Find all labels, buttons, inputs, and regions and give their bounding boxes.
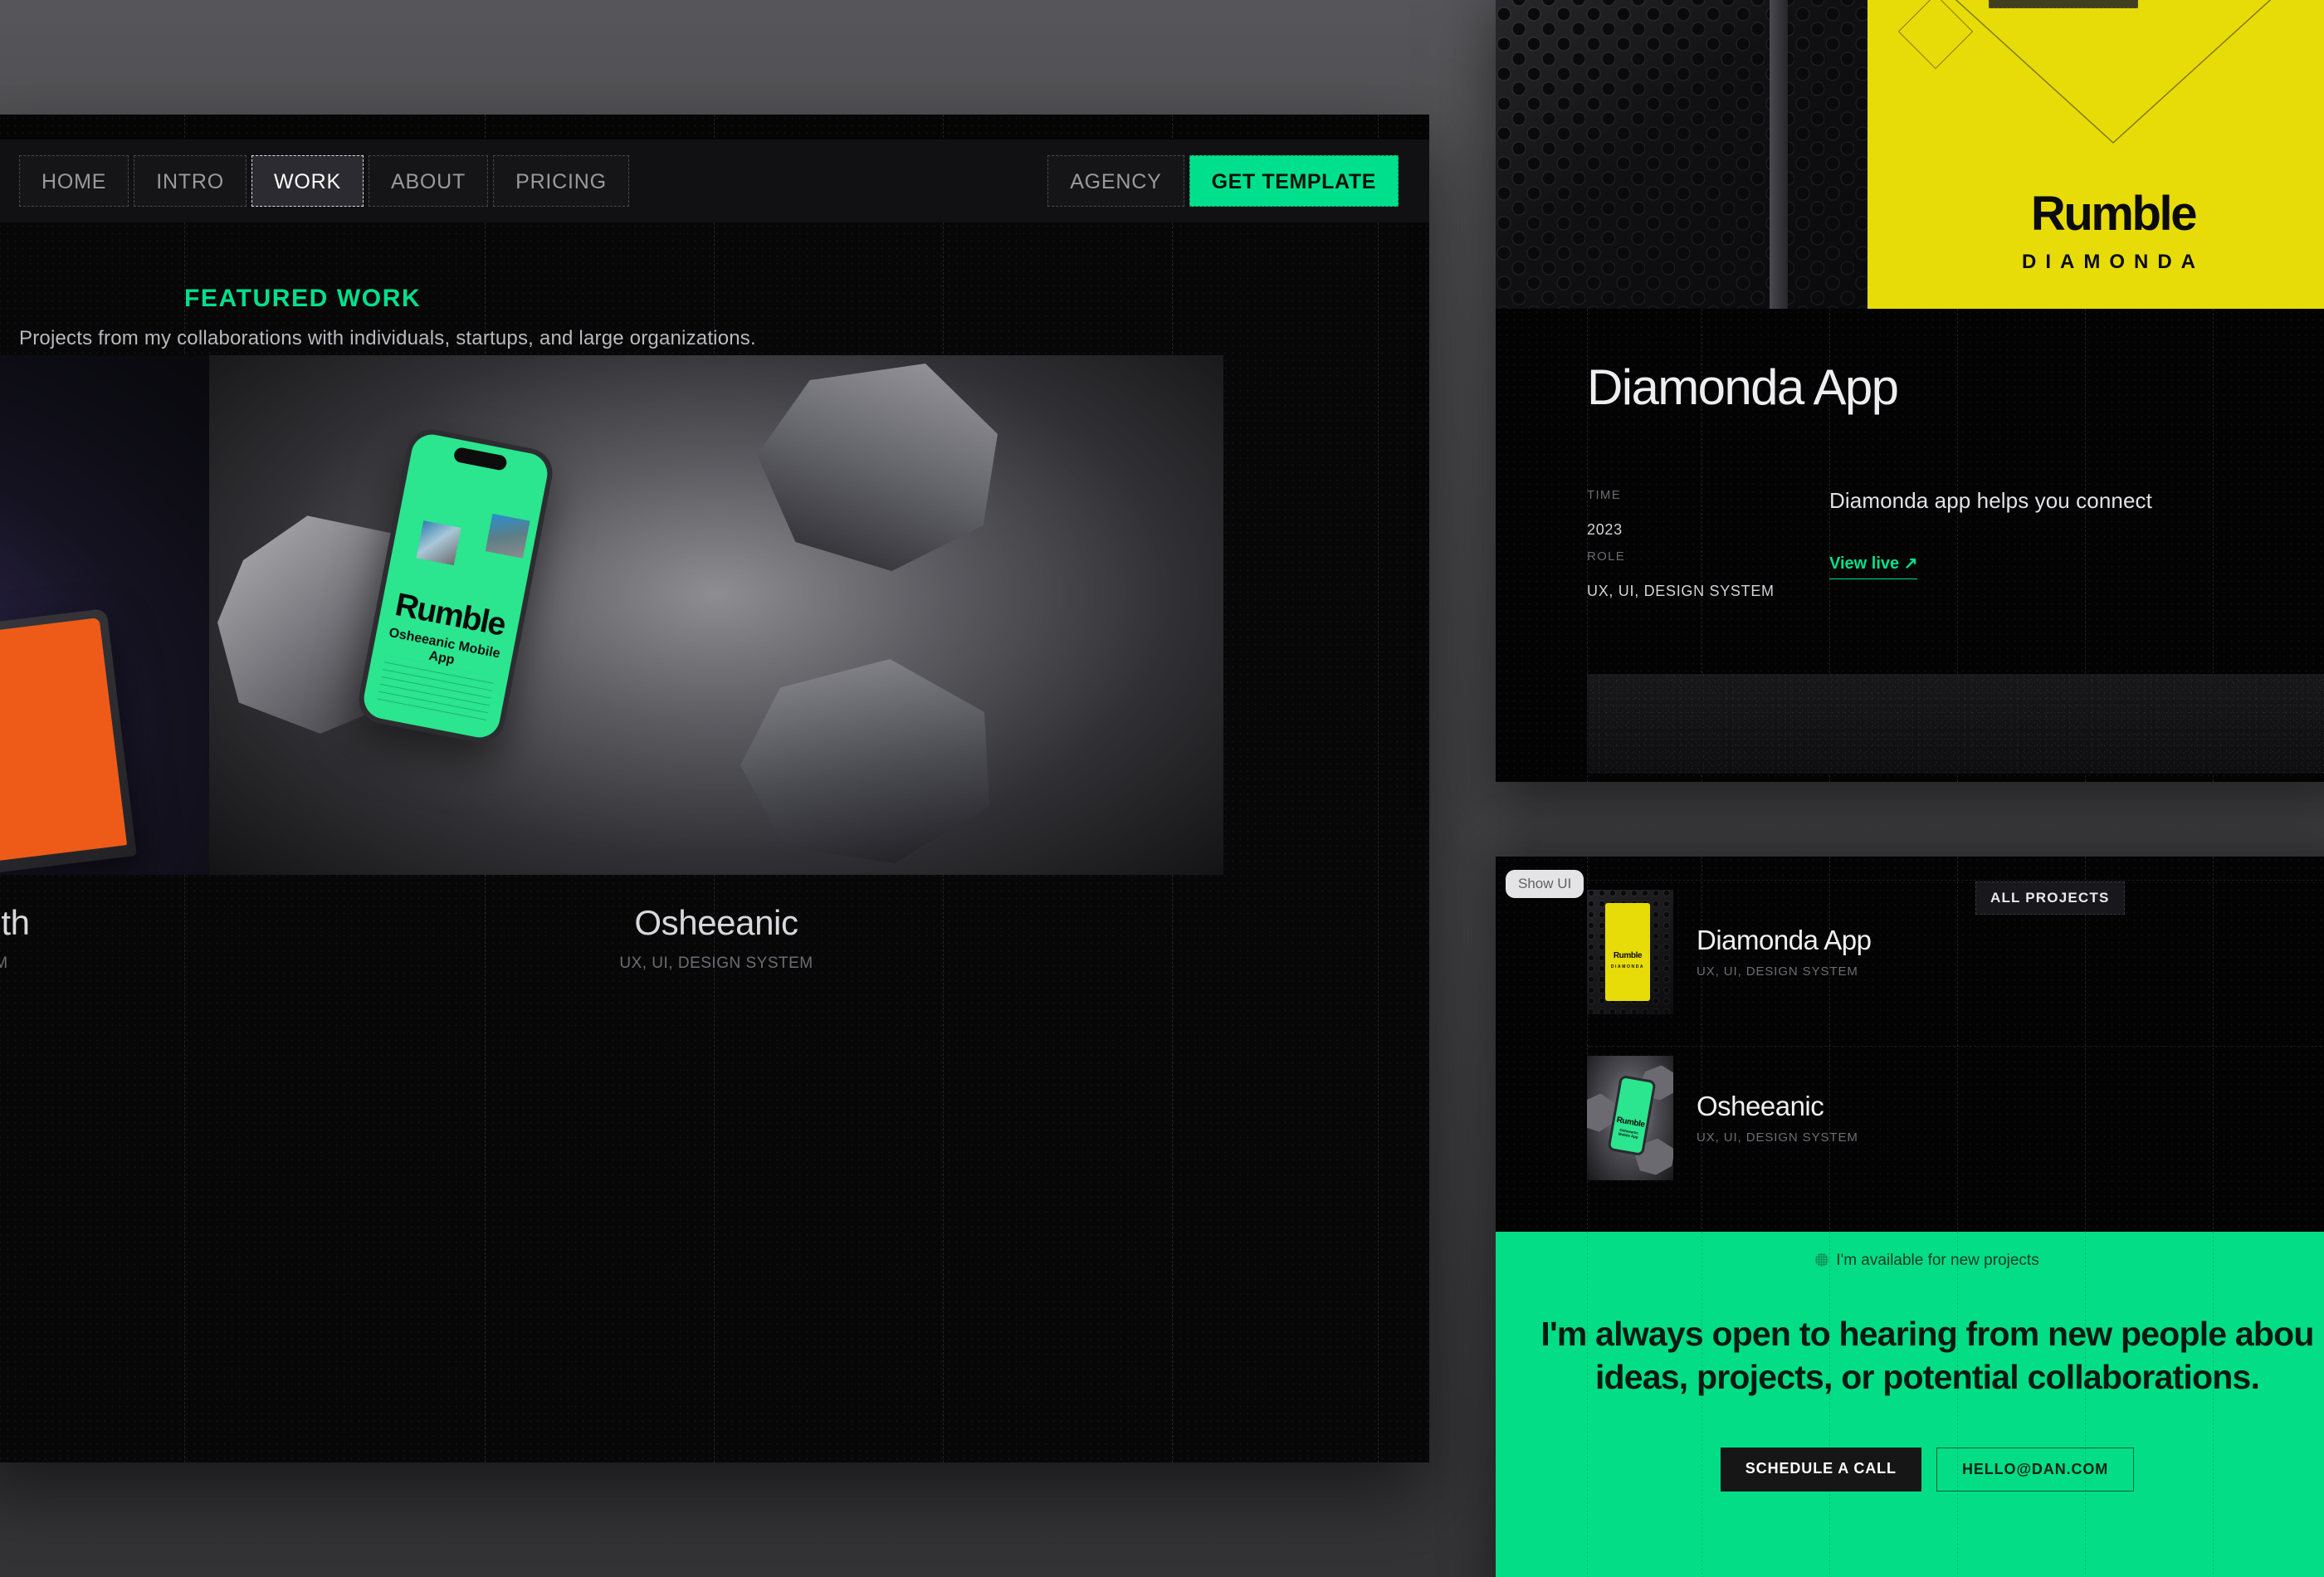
meta-value-role: UX, UI, DESIGN SYSTEM	[1587, 583, 1775, 599]
nav-item-home[interactable]: HOME	[19, 155, 129, 207]
cta-headline-line1: I'm always open to hearing from new peop…	[1540, 1315, 2314, 1353]
nav-item-agency[interactable]: AGENCY	[1047, 155, 1184, 207]
meta-label-time: TIME	[1587, 488, 1622, 502]
hero-wordmark: DIAMONDA	[2022, 251, 2204, 273]
secondary-nav: AGENCY GET TEMPLATE	[1047, 155, 1399, 207]
phone-screen: Rumble Osheeanic Mobile App	[360, 431, 551, 741]
hero-brand: Rumble	[2030, 187, 2198, 241]
nav-item-about[interactable]: ABOUT	[368, 155, 489, 207]
nav-item-intro[interactable]: INTRO	[134, 155, 247, 207]
project-thumbnail-health: e lth	[0, 355, 209, 875]
cta-headline-line2: ideas, projects, or potential collaborat…	[1594, 1358, 2260, 1396]
rock-top-right-icon	[757, 364, 998, 571]
phone-photo-2	[485, 513, 530, 559]
get-template-button[interactable]: GET TEMPLATE	[1189, 155, 1399, 207]
cta-button-group: SCHEDULE A CALL HELLO@DAN.COM	[1496, 1448, 2324, 1492]
availability-dot-icon	[1815, 1253, 1829, 1267]
stone-texture-strip	[1587, 674, 2324, 774]
hero-metal-bar	[1770, 0, 1788, 309]
list-item-tag-osheeanic: UX, UI, DESIGN SYSTEM	[1697, 1130, 1858, 1145]
featured-projects-row: e lth a Health N SYSTEM	[0, 355, 1429, 986]
list-item-tag-diamonda: UX, UI, DESIGN SYSTEM	[1697, 964, 1858, 979]
portfolio-window: HOME INTRO WORK ABOUT PRICING AGENCY GET…	[0, 115, 1429, 1462]
list-item-title-osheeanic: Osheeanic	[1697, 1091, 1824, 1121]
list-item-text-osheeanic: Osheeanic UX, UI, DESIGN SYSTEM	[1697, 1091, 1858, 1145]
availability-badge: I'm available for new projects	[1496, 1252, 2324, 1270]
list-item-title-diamonda: Diamonda App	[1697, 925, 1872, 955]
show-ui-button-bottom[interactable]: Show UI	[1506, 870, 1584, 898]
nav-item-work[interactable]: WORK	[251, 155, 364, 207]
hero-mesh-image	[1496, 0, 1868, 309]
thumb-brand-diamonda: Rumble	[1613, 950, 1643, 960]
project-title-health: a Health	[0, 903, 30, 942]
case-study-description: Diamonda app helps you connect	[1829, 488, 2152, 513]
email-button[interactable]: HELLO@DAN.COM	[1936, 1448, 2135, 1492]
all-projects-button-bottom[interactable]: ALL PROJECTS	[1975, 881, 2125, 915]
phone-notch	[452, 446, 508, 471]
nav-item-pricing[interactable]: PRICING	[493, 155, 629, 207]
yellow-card-thumb: Rumble DIAMONDA	[1605, 902, 1650, 1001]
list-item[interactable]: Rumble Osheeanic Mobile App Osheeanic UX…	[1587, 1046, 2324, 1189]
phone-photo-1	[416, 520, 461, 566]
thumb-word-diamonda: DIAMONDA	[1610, 964, 1645, 969]
all-projects-button-top[interactable]: ALL PROJECTS	[1989, 0, 2138, 8]
site-navbar: HOME INTRO WORK ABOUT PRICING AGENCY GET…	[0, 139, 1429, 222]
project-thumbnail-osheeanic: Rumble Osheeanic Mobile App	[209, 355, 1223, 875]
section-subcopy: Projects from my collaborations with ind…	[19, 327, 756, 349]
view-live-link[interactable]: View live ↗	[1829, 553, 1918, 579]
primary-nav: HOME INTRO WORK ABOUT PRICING	[19, 155, 629, 207]
section-eyebrow: FEATURED WORK	[184, 285, 422, 312]
project-title-osheeanic: Osheeanic	[634, 903, 798, 942]
honeycomb-pattern-icon	[1496, 0, 1868, 309]
laptop-screen: e lth	[0, 618, 128, 875]
project-thumb-osheeanic: Rumble Osheeanic Mobile App	[1587, 1055, 1673, 1180]
schedule-call-button[interactable]: SCHEDULE A CALL	[1720, 1448, 1921, 1492]
project-thumb-diamonda: Rumble DIAMONDA	[1587, 889, 1673, 1014]
project-tag-health: N SYSTEM	[0, 954, 8, 972]
meta-value-time: 2023	[1587, 521, 1623, 538]
hero-yellow-card: Rumble DIAMONDA	[1868, 0, 2324, 309]
list-item-text-diamonda: Diamonda App UX, UI, DESIGN SYSTEM	[1697, 925, 1872, 979]
work-page-body: FEATURED WORK Projects from my collabora…	[0, 222, 1429, 1462]
phone-mockup: Rumble Osheeanic Mobile App	[354, 425, 557, 747]
projects-list-panel: Show UI ALL PROJECTS Rumble DIAMONDA Dia…	[1496, 857, 2324, 1577]
diamonda-case-study-panel: Rumble DIAMONDA ALL PROJECTS Show UI Dia…	[1496, 0, 2324, 782]
meta-label-role: ROLE	[1587, 549, 1626, 564]
case-study-body: Diamonda App TIME 2023 ROLE UX, UI, DESI…	[1496, 309, 2324, 782]
availability-text: I'm available for new projects	[1836, 1252, 2039, 1269]
laptop-mockup: e lth	[0, 608, 137, 875]
contact-cta-section: I'm available for new projects I'm alway…	[1496, 1232, 2324, 1577]
rock-bottom-right-icon	[740, 659, 989, 863]
cta-grid-lines	[1496, 1232, 2324, 1577]
case-study-title: Diamonda App	[1587, 359, 1899, 415]
list-item[interactable]: Rumble DIAMONDA Diamonda App UX, UI, DES…	[1587, 880, 2324, 1023]
case-study-hero: Rumble DIAMONDA ALL PROJECTS Show UI	[1496, 0, 2324, 309]
project-tag-osheeanic: UX, UI, DESIGN SYSTEM	[619, 954, 813, 972]
